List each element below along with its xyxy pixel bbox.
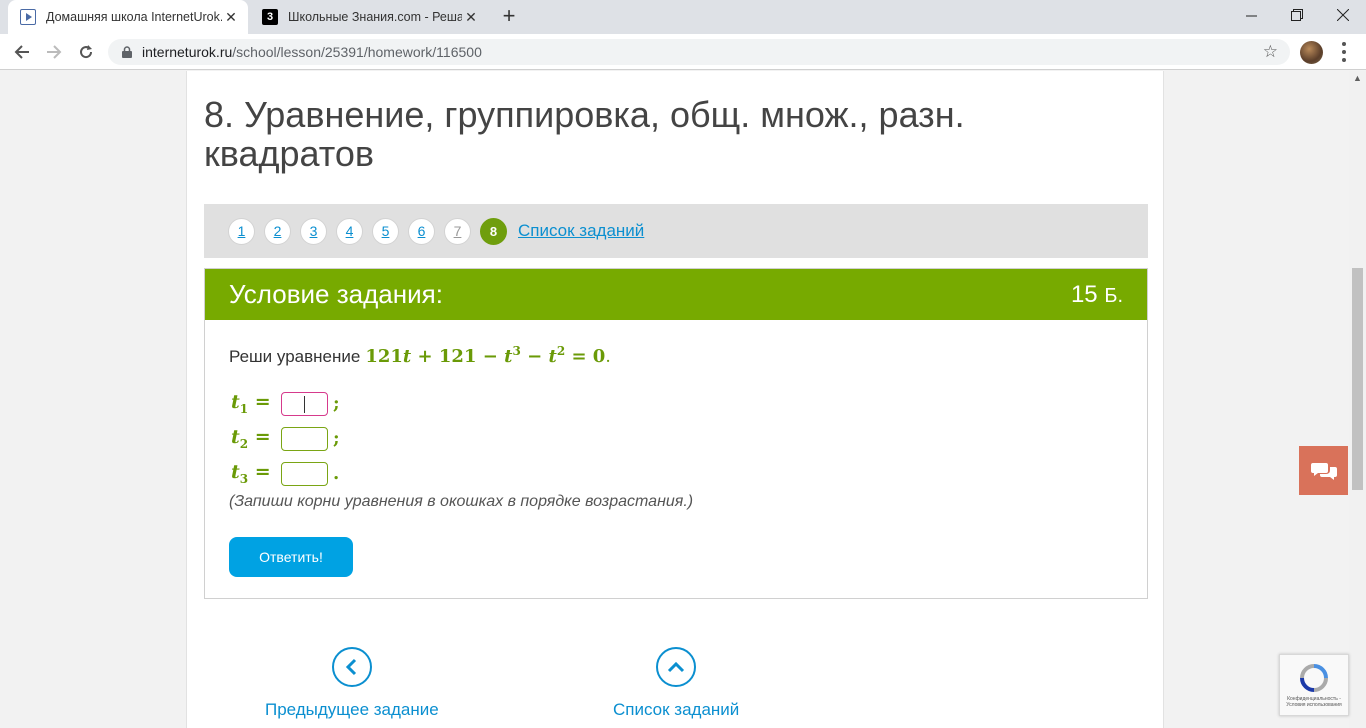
browser-tab[interactable]: 3 Школьные Знания.com - Решае ✕: [250, 0, 488, 34]
answer-input-t1[interactable]: [281, 391, 328, 416]
answer-sub: 1: [239, 401, 249, 416]
pager-item-5[interactable]: 5: [372, 217, 399, 245]
browser-menu-icon[interactable]: [1338, 42, 1350, 62]
eq-minus: −: [527, 346, 543, 367]
restore-icon[interactable]: [1274, 0, 1320, 30]
answer-var: t: [231, 426, 240, 449]
znanija-favicon-icon: 3: [262, 9, 278, 25]
eq-rhs: = 0: [571, 346, 606, 367]
previous-task-label: Предыдущее задание: [265, 700, 439, 719]
eq-minus: −: [482, 346, 498, 367]
points-value: 15: [1070, 280, 1098, 308]
previous-task-link[interactable]: Предыдущее задание: [265, 647, 439, 720]
close-window-icon[interactable]: [1320, 0, 1366, 30]
task-list-bottom-link[interactable]: Список заданий: [613, 647, 739, 720]
problem-prompt: Реши уравнение: [229, 347, 361, 366]
recaptcha-logo-icon: [1300, 664, 1328, 692]
answer-label: t3 =: [231, 461, 271, 486]
browser-tab-active[interactable]: Домашняя школа InternetUrok.r ✕: [8, 0, 248, 34]
answer-separator: .: [333, 463, 340, 484]
minimize-icon[interactable]: [1228, 0, 1274, 30]
url-host: interneturok.ru: [142, 44, 233, 60]
answers-block: t1 = ; t2 = ; t3 = .: [229, 386, 1123, 491]
answer-hint: (Запиши корни уравнения в окошках в поря…: [229, 493, 694, 510]
chat-bubbles-icon: [1310, 462, 1337, 480]
close-tab-icon[interactable]: ✕: [462, 8, 480, 26]
task-card: Условие задания: 15 Б. Реши уравнение 12…: [204, 268, 1148, 599]
lock-icon: [120, 45, 134, 59]
pager-item-8-current[interactable]: 8: [480, 217, 507, 245]
lesson-content: 8. Уравнение, группировка, общ. множ., р…: [186, 71, 1164, 728]
task-list-link[interactable]: Список заданий: [518, 221, 644, 241]
close-tab-icon[interactable]: ✕: [222, 8, 240, 26]
interneturok-favicon-icon: [20, 9, 36, 25]
answer-separator: ;: [333, 393, 340, 414]
chat-widget-button[interactable]: [1299, 446, 1348, 495]
pager-item-2[interactable]: 2: [264, 217, 291, 245]
eq-exp2: 2: [556, 344, 566, 358]
page-viewport: 8. Уравнение, группировка, общ. множ., р…: [0, 71, 1349, 728]
text-caret: [304, 395, 305, 413]
scroll-thumb[interactable]: [1352, 268, 1363, 490]
answer-sub: 2: [239, 436, 249, 451]
chevron-up-icon: [656, 647, 697, 687]
back-icon[interactable]: [10, 40, 34, 64]
forward-icon[interactable]: [42, 40, 66, 64]
problem-statement: Реши уравнение 121t + 121 − t3 − t2 = 0 …: [229, 344, 1123, 372]
answer-row: t1 = ;: [229, 386, 1123, 421]
chevron-left-icon: [331, 647, 372, 687]
task-header-title: Условие задания:: [229, 279, 443, 309]
pager-item-4[interactable]: 4: [336, 217, 363, 245]
task-body: Реши уравнение 121t + 121 − t3 − t2 = 0 …: [205, 320, 1147, 577]
recaptcha-text: Конфиденциальность - Условия использовани…: [1286, 696, 1342, 708]
url-path: /school/lesson/25391/homework/116500: [232, 44, 482, 60]
tab-title: Домашняя школа InternetUrok.r: [46, 10, 222, 24]
eq-coef-a: 121: [365, 346, 403, 367]
pager-item-3[interactable]: 3: [300, 217, 327, 245]
answer-sub: 3: [239, 471, 249, 486]
pager-item-6[interactable]: 6: [408, 217, 435, 245]
answer-row: t3 = .: [229, 456, 1123, 491]
tab-title: Школьные Знания.com - Решае: [288, 10, 462, 24]
answer-input-t3[interactable]: [281, 461, 328, 486]
eq-var: t: [548, 346, 557, 367]
eq-exp3: 3: [512, 344, 521, 358]
task-header: Условие задания: 15 Б.: [205, 269, 1147, 320]
answer-label: t1 =: [231, 391, 271, 416]
task-pager: 1 2 3 4 5 6 7 8 Список заданий: [204, 204, 1148, 258]
problem-period: .: [605, 347, 611, 367]
answer-var: t: [231, 391, 240, 414]
recaptcha-badge[interactable]: Конфиденциальность - Условия использовани…: [1279, 654, 1349, 716]
profile-avatar[interactable]: [1300, 41, 1323, 64]
pager-item-7[interactable]: 7: [444, 217, 471, 245]
reload-icon[interactable]: [74, 40, 98, 64]
bookmark-star-icon[interactable]: ☆: [1263, 42, 1278, 62]
page-scrollbar[interactable]: ▲: [1349, 71, 1366, 728]
task-points: 15 Б.: [1071, 281, 1123, 309]
submit-answer-button[interactable]: Ответить!: [229, 537, 353, 577]
page-title: 8. Уравнение, группировка, общ. множ., р…: [204, 94, 965, 174]
browser-toolbar: interneturok.ru/school/lesson/25391/home…: [0, 34, 1366, 70]
answer-input-t2[interactable]: [281, 426, 328, 451]
address-bar[interactable]: interneturok.ru/school/lesson/25391/home…: [108, 39, 1290, 65]
task-list-bottom-label: Список заданий: [613, 700, 740, 719]
scroll-up-arrow-icon[interactable]: ▲: [1349, 73, 1366, 87]
equation: 121t + 121 − t3 − t2 = 0: [365, 344, 605, 367]
eq-coef-b: 121: [438, 346, 477, 367]
answer-row: t2 = ;: [229, 421, 1123, 456]
eq-plus: +: [417, 346, 433, 367]
browser-tabbar: Домашняя школа InternetUrok.r ✕ 3 Школьн…: [0, 0, 1366, 34]
points-unit: Б.: [1104, 284, 1123, 307]
answer-separator: ;: [333, 428, 340, 449]
new-tab-icon[interactable]: +: [496, 5, 522, 29]
answer-var: t: [231, 461, 240, 484]
answer-label: t2 =: [231, 426, 271, 451]
eq-var: t: [402, 346, 412, 367]
pager-item-1[interactable]: 1: [228, 217, 255, 245]
